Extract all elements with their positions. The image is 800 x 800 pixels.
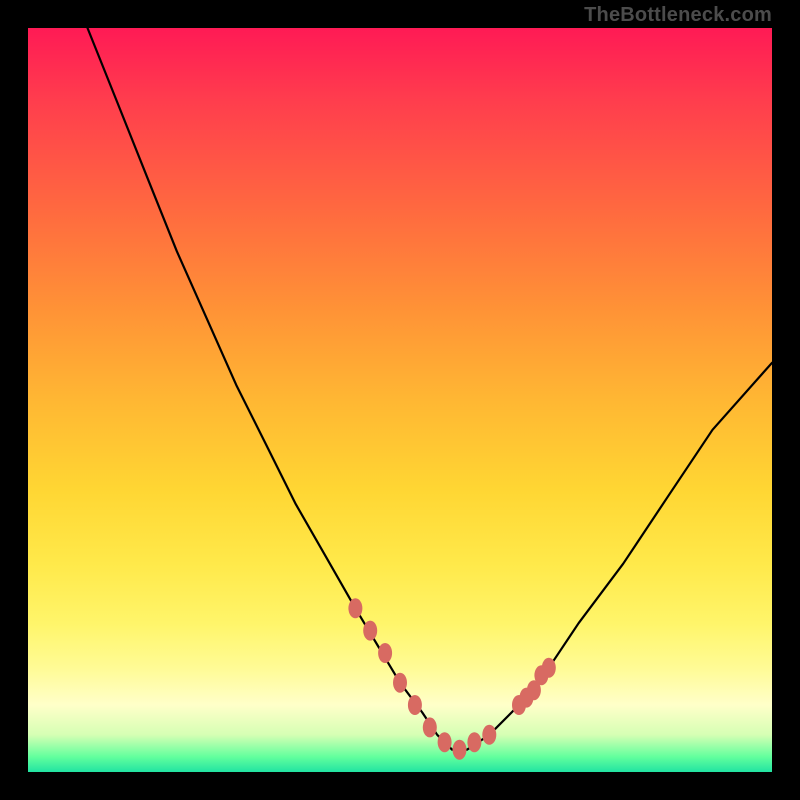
curve-marker xyxy=(423,717,437,737)
watermark-text: TheBottleneck.com xyxy=(584,4,772,27)
curve-marker xyxy=(378,643,392,663)
curve-marker xyxy=(467,732,481,752)
chart-frame: TheBottleneck.com xyxy=(0,0,800,800)
curve-marker xyxy=(438,732,452,752)
curve-marker xyxy=(542,658,556,678)
plot-area xyxy=(28,28,772,772)
curve-marker xyxy=(393,673,407,693)
curve-marker xyxy=(482,725,496,745)
curve-layer xyxy=(28,28,772,772)
curve-marker xyxy=(453,740,467,760)
bottleneck-curve xyxy=(88,28,773,750)
curve-marker xyxy=(348,598,362,618)
marker-layer xyxy=(348,598,555,759)
curve-marker xyxy=(408,695,422,715)
curve-marker xyxy=(363,621,377,641)
